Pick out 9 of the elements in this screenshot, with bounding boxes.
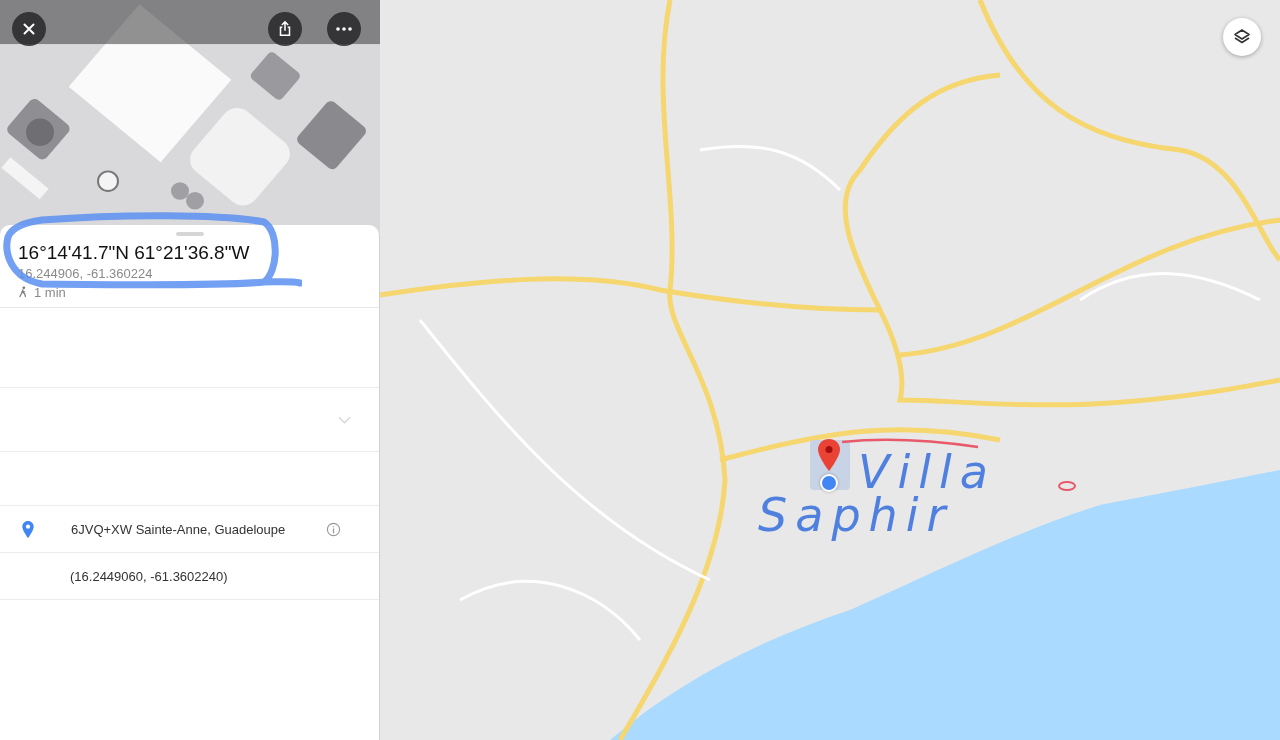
walking-icon (18, 286, 28, 298)
info-icon[interactable] (326, 521, 341, 537)
location-pin-icon (21, 519, 35, 539)
annotation-stroke (1057, 480, 1077, 492)
map-pin-icon (817, 438, 841, 472)
travel-time: 1 min (34, 284, 66, 300)
plus-code-address: 6JVQ+XW Sainte-Anne, Guadeloupe (71, 521, 287, 537)
coordinates-title: 16°14'41.7"N 61°21'36.8"W (18, 241, 251, 265)
coordinates-text: (16.2449060, -61.3602240) (70, 568, 229, 584)
